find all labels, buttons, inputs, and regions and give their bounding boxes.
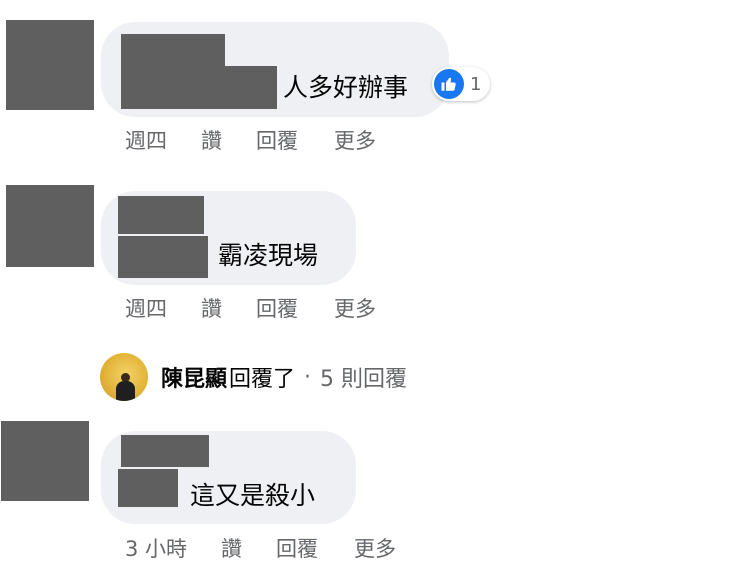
reply-button[interactable]: 回覆: [256, 293, 298, 323]
redacted-text-1: [121, 66, 277, 109]
more-button[interactable]: 更多: [334, 293, 376, 323]
redacted-name-1[interactable]: [121, 34, 225, 70]
reaction-badge[interactable]: 1: [432, 67, 491, 101]
like-button[interactable]: 讚: [221, 533, 242, 563]
comment-actions-1: 週四 讚 回覆 更多: [125, 125, 376, 155]
comment-text-3: 這又是殺小: [190, 481, 316, 510]
redacted-name-3[interactable]: [121, 435, 209, 467]
comment-text-1: 人多好辦事: [283, 73, 409, 102]
reaction-count: 1: [470, 73, 482, 95]
like-button[interactable]: 讚: [201, 293, 222, 323]
redacted-name-2[interactable]: [118, 196, 204, 234]
like-button[interactable]: 讚: [201, 125, 222, 155]
redacted-text-3: [118, 469, 178, 507]
comment-timestamp[interactable]: 週四: [125, 125, 167, 155]
thumbs-up-icon: [434, 69, 464, 99]
redacted-text-2: [118, 236, 208, 278]
reply-button[interactable]: 回覆: [276, 533, 318, 563]
reply-action-text: 回覆了: [229, 367, 296, 392]
reply-button[interactable]: 回覆: [256, 125, 298, 155]
dot-separator: ·: [304, 364, 312, 390]
reply-count[interactable]: 5 則回覆: [320, 361, 407, 393]
comment-actions-2: 週四 讚 回覆 更多: [125, 293, 376, 323]
comment-timestamp[interactable]: 週四: [125, 293, 167, 323]
more-button[interactable]: 更多: [354, 533, 396, 563]
reply-author-name[interactable]: 陳昆顯: [161, 361, 227, 393]
comment-text-2: 霸凌現場: [218, 241, 319, 270]
more-button[interactable]: 更多: [334, 125, 376, 155]
redacted-avatar-3[interactable]: [1, 421, 89, 501]
redacted-avatar-1[interactable]: [6, 20, 94, 110]
replies-link[interactable]: 陳昆顯 回覆了 · 5 則回覆: [100, 353, 407, 401]
redacted-avatar-2[interactable]: [6, 185, 94, 267]
comment-timestamp[interactable]: 3 小時: [125, 533, 187, 563]
avatar[interactable]: [100, 353, 148, 401]
comment-actions-3: 3 小時 讚 回覆 更多: [125, 533, 396, 563]
